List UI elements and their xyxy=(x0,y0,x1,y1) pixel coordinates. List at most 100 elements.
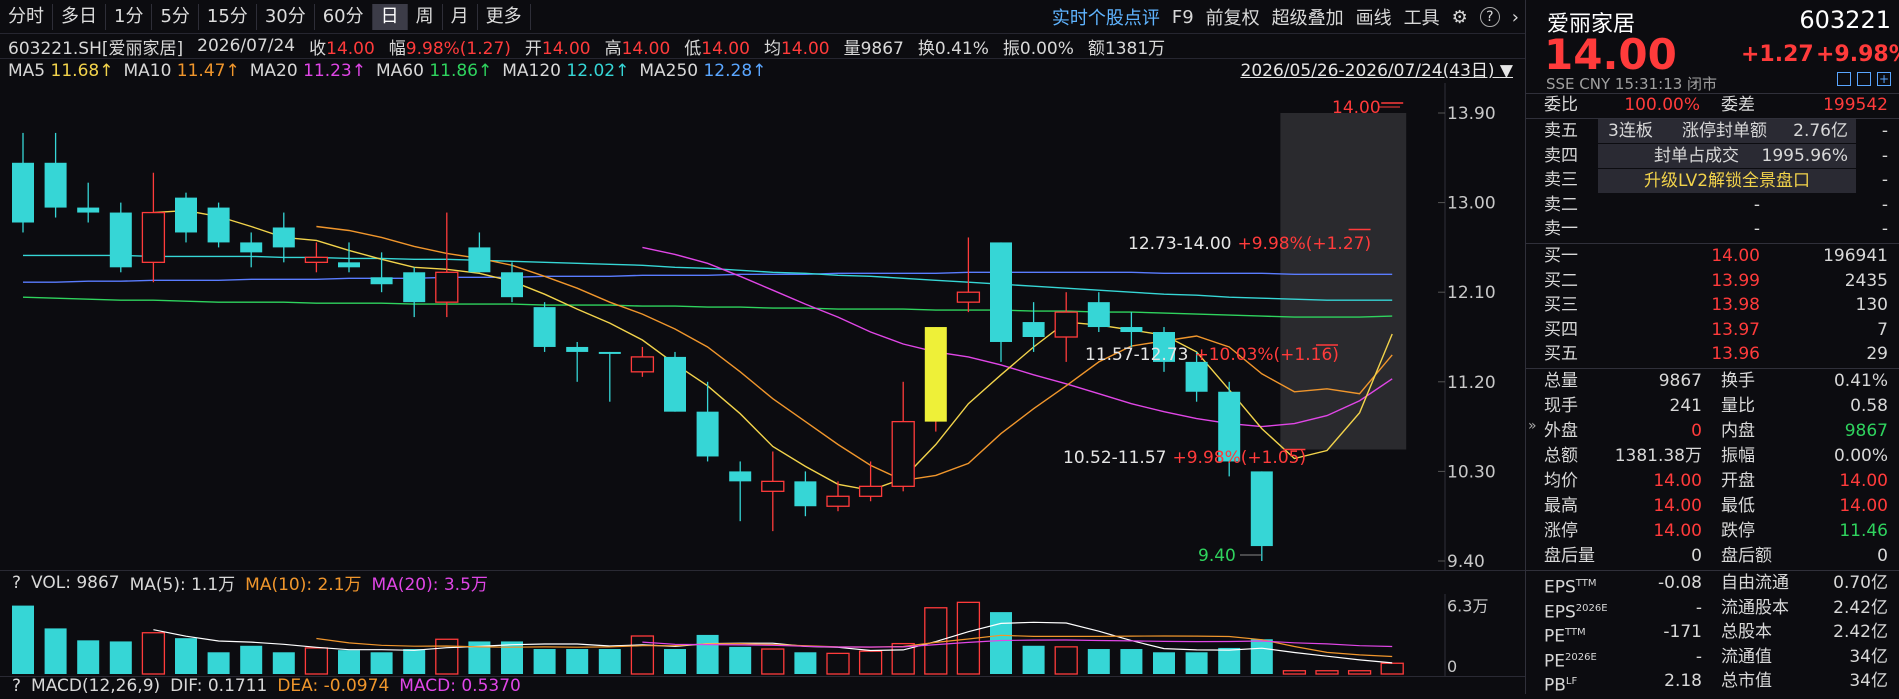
volume-bar xyxy=(794,652,817,674)
period-tab[interactable]: 5分 xyxy=(152,3,199,30)
draw-button[interactable]: 画线 xyxy=(1356,4,1392,30)
candle-body xyxy=(630,356,655,373)
candle-body xyxy=(696,411,719,457)
candle-body xyxy=(109,212,132,268)
period-tab[interactable]: 日 xyxy=(372,3,408,30)
stat-row: 最高 14.00 最低 14.00 xyxy=(1526,494,1899,519)
upgrade-lv2-button[interactable]: 升级LV2解锁全景盘口 xyxy=(1598,169,1856,193)
stat-label-2: 量比 xyxy=(1721,396,1755,416)
date-label: 2026/07/24 xyxy=(197,36,296,56)
fin-label-2: 流通值 xyxy=(1721,646,1772,667)
period-tab[interactable]: 分时 xyxy=(0,3,53,30)
stat-value: 14.00 xyxy=(1653,521,1702,541)
ask-row[interactable]: 卖二 - - xyxy=(1526,193,1899,218)
stock-review-link[interactable]: 实时个股点评 xyxy=(1052,4,1160,30)
candle-body xyxy=(77,207,100,213)
turn-label: 换 xyxy=(917,38,935,59)
f9-button[interactable]: F9 xyxy=(1172,7,1194,28)
edit-icon[interactable] xyxy=(1837,72,1851,86)
candle-body xyxy=(338,262,360,268)
date-range-selector[interactable]: 2026/05/26-2026/07/24(43日) ▼ xyxy=(1241,59,1513,83)
ma120-value: 12.02↑ xyxy=(566,61,630,81)
vol-help-icon[interactable]: ? xyxy=(12,573,21,593)
volume-bar xyxy=(826,652,850,675)
tools-button[interactable]: 工具 xyxy=(1404,4,1440,30)
vol-label: VOL: 9867 xyxy=(31,572,120,593)
add-icon[interactable]: + xyxy=(1877,72,1891,86)
range-label-1: 12.73-14.00 +9.98%(+1.27) xyxy=(1128,234,1371,254)
stat-row: 外盘 0 内盘 9867 xyxy=(1526,419,1899,444)
period-tab[interactable]: 30分 xyxy=(257,3,315,30)
candle-body xyxy=(761,480,785,492)
ask-row[interactable]: 卖一 - - xyxy=(1526,217,1899,242)
period-tab[interactable]: 周 xyxy=(408,3,443,30)
stat-label: 总量 xyxy=(1544,371,1578,391)
y-tick-label: 13.90 xyxy=(1447,104,1496,124)
candle-body xyxy=(435,271,459,303)
overlay-button[interactable]: 超级叠加 xyxy=(1272,4,1344,30)
bid-row[interactable]: 买一 14.00 196941 xyxy=(1526,244,1899,269)
gear-icon[interactable]: ⚙ xyxy=(1452,7,1468,28)
stat-label-2: 振幅 xyxy=(1721,446,1755,466)
volume-bar xyxy=(272,652,295,674)
help-icon[interactable]: ? xyxy=(1479,7,1500,27)
fin-label-sup: 2026E xyxy=(1575,602,1608,614)
chevron-right-icon[interactable]: › xyxy=(1512,7,1519,28)
volume-bar xyxy=(761,648,785,675)
dif-value: DIF: 0.1711 xyxy=(170,676,268,694)
vol-tick-label: 6.3万 xyxy=(1447,597,1488,616)
stat-value: 0 xyxy=(1691,546,1702,566)
bid-row[interactable]: 买二 13.99 2435 xyxy=(1526,269,1899,294)
avg-value: 14.00 xyxy=(780,38,830,59)
vol-ma5: MA(5): 1.1万 xyxy=(129,575,236,595)
candle-body xyxy=(12,162,34,223)
period-tab[interactable]: 更多 xyxy=(478,3,531,30)
weibi-label: 委比 xyxy=(1544,95,1578,115)
window-icon[interactable] xyxy=(1857,72,1871,86)
volume-bar xyxy=(207,652,230,674)
open-label: 开 xyxy=(524,38,542,59)
board-count: 3连板 xyxy=(1608,121,1653,141)
stat-row: 现手 241 量比 0.58 xyxy=(1526,394,1899,419)
ma60-value: 11.86↑ xyxy=(429,61,493,81)
period-tab[interactable]: 多日 xyxy=(53,3,106,30)
bid-row-label: 买二 xyxy=(1544,270,1578,291)
stock-code: 603221 xyxy=(1799,6,1891,34)
seal-ratio-label: 封单占成交 xyxy=(1654,146,1739,166)
volume-bar xyxy=(77,640,100,674)
ask-row-label: 卖一 xyxy=(1544,219,1578,240)
volume-chart[interactable]: 6.3万 0 xyxy=(0,594,1525,676)
vol-label: 量 xyxy=(843,38,861,59)
seal-amount: 2.76亿 xyxy=(1793,121,1848,141)
ma20-value: 11.23↑ xyxy=(303,61,366,81)
ask-row-vol: - xyxy=(1881,170,1888,191)
period-toolbar: 分时 多日 1分 5分 15分 30分 60分日周月更多 实时个股点评 F9 前复权 超级叠… xyxy=(0,0,1525,34)
candle-body xyxy=(794,481,817,507)
fin-label-2: 自由流通 xyxy=(1721,573,1789,593)
bid-row[interactable]: 买五 13.96 29 xyxy=(1526,342,1899,367)
collapse-icon[interactable]: » xyxy=(1528,418,1537,434)
period-tab[interactable]: 月 xyxy=(443,3,478,30)
volume-bar xyxy=(44,628,67,674)
volume-bar xyxy=(1250,639,1273,674)
ma-legend-bar: MA5 11.68↑ MA10 11.47↑ MA20 11.23↑ MA60 … xyxy=(0,59,1525,83)
volume-bar xyxy=(533,649,556,674)
volume-bar xyxy=(1347,670,1372,675)
volume-bar xyxy=(12,605,34,674)
fin-row: EPS2026E - 流通股本 2.42亿 xyxy=(1526,596,1899,623)
period-tab[interactable]: 60分 xyxy=(315,3,373,30)
period-tab[interactable]: 15分 xyxy=(199,3,257,30)
macd-help-icon[interactable]: ? xyxy=(12,677,21,694)
bid-row-vol: 196941 xyxy=(1823,246,1888,266)
bid-row[interactable]: 买三 13.98 130 xyxy=(1526,293,1899,318)
kline-chart[interactable]: 13.90 13.00 12.10 11.20 10.30 9.40 14.00 12.73-… xyxy=(0,83,1525,570)
ask-row-label: 卖四 xyxy=(1544,145,1578,166)
adjust-button[interactable]: 前复权 xyxy=(1206,4,1260,30)
period-tab[interactable]: 1分 xyxy=(106,3,153,30)
bid-row[interactable]: 买四 13.97 7 xyxy=(1526,318,1899,343)
quote-info-bar: 603221.SH[爱丽家居] 2026/07/24 收14.00 幅9.98%… xyxy=(0,34,1525,59)
volume-bar xyxy=(1120,649,1143,674)
price-change: +1.27 xyxy=(1741,42,1814,67)
volume-bar xyxy=(304,647,329,675)
bid-row-price: 14.00 xyxy=(1711,246,1760,266)
